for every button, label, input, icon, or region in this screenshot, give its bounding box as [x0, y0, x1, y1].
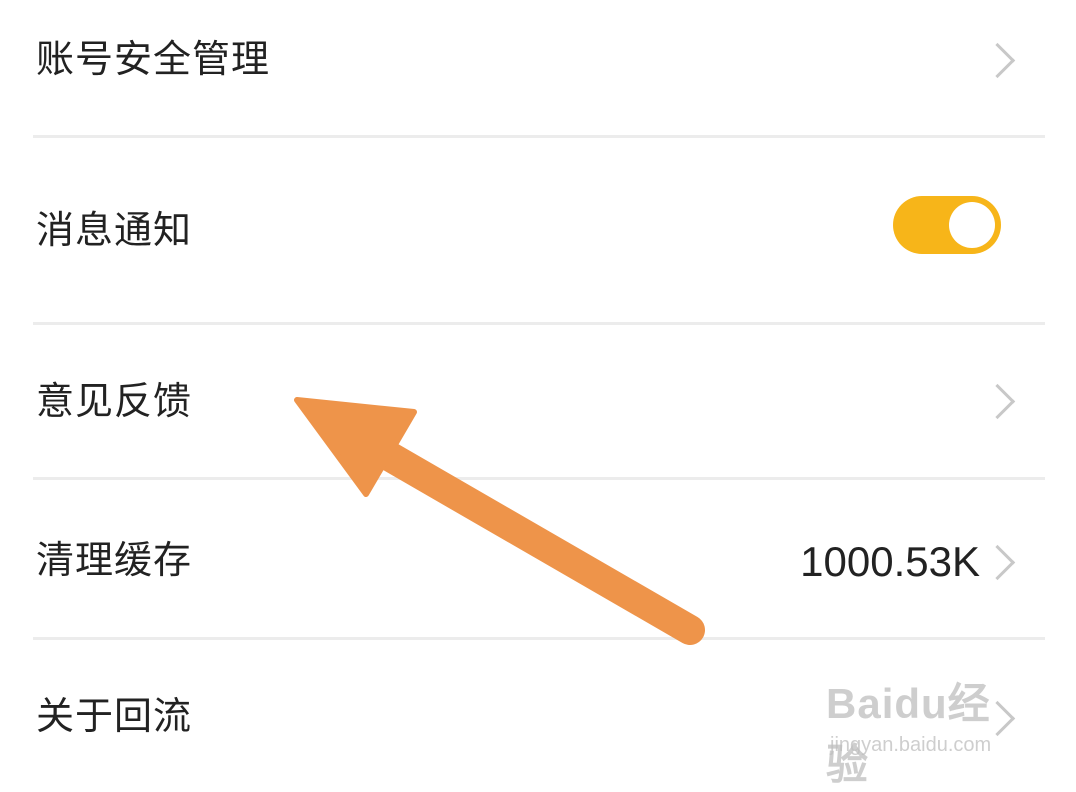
settings-item-label: 意见反馈: [36, 379, 193, 423]
baidu-watermark: Baidu经验 jingyan.baidu.com: [826, 670, 1026, 788]
settings-item-label: 清理缓存: [36, 538, 193, 582]
settings-item-label: 账号安全管理: [36, 37, 271, 81]
watermark-brand: Baidu经验: [826, 680, 991, 788]
settings-item-notifications: 消息通知: [0, 138, 1076, 323]
settings-item-clear-cache[interactable]: 清理缓存 1000.53K: [0, 480, 1076, 638]
chevron-right-icon: [979, 544, 1016, 581]
settings-item-label: 消息通知: [36, 208, 193, 252]
chevron-right-icon: [979, 383, 1016, 420]
settings-item-account-security[interactable]: 账号安全管理: [0, 0, 1076, 136]
toggle-knob: [949, 202, 995, 248]
settings-item-feedback[interactable]: 意见反馈: [0, 325, 1076, 478]
chevron-right-icon: [979, 42, 1016, 79]
watermark-url: jingyan.baidu.com: [830, 734, 992, 756]
cache-size-value: 1000.53K: [800, 538, 980, 585]
notification-toggle[interactable]: [893, 196, 1001, 254]
settings-item-label: 关于回流: [36, 694, 193, 738]
